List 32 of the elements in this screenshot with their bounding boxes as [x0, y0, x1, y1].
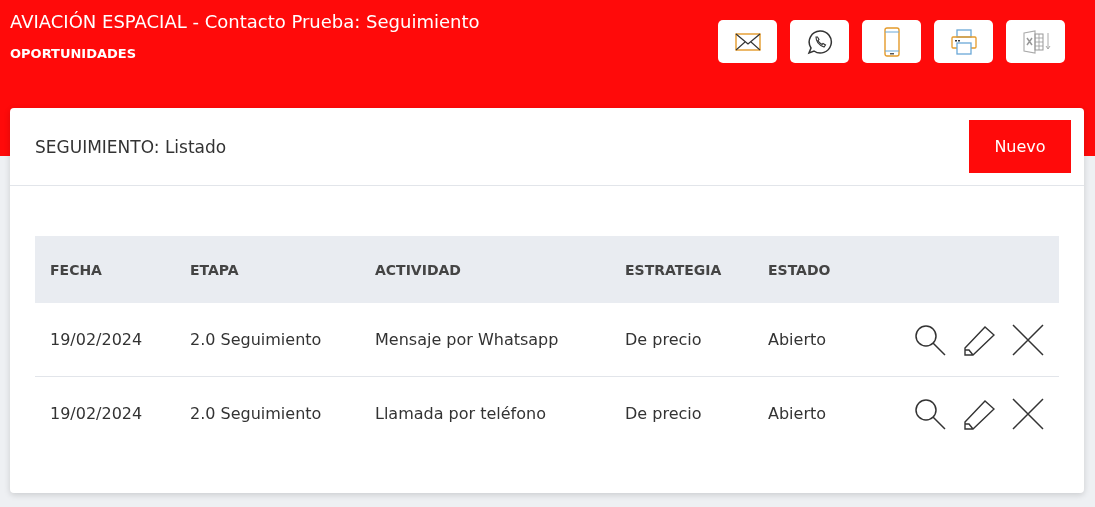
- column-header: ETAPA: [189, 261, 240, 278]
- chat-button[interactable]: [790, 20, 849, 63]
- printer-icon: [949, 27, 978, 56]
- new-button[interactable]: Nuevo: [969, 120, 1071, 173]
- column-header: FECHA: [49, 261, 103, 278]
- table-cell-text: De precio: [624, 330, 703, 349]
- table-cell-text: Mensaje por Whatsapp: [374, 330, 560, 349]
- table-cell-text: 2.0 Seguimiento: [189, 404, 323, 423]
- close-icon[interactable]: [1012, 397, 1044, 430]
- page-title: AVIACIÓN ESPACIAL - Contacto Prueba: Seguimiento: [10, 11, 480, 32]
- search-icon[interactable]: [914, 397, 946, 430]
- pencil-icon[interactable]: [963, 323, 995, 356]
- column-header: ACTIVIDAD: [374, 261, 462, 278]
- table-cell-text: Abierto: [767, 404, 828, 423]
- table-cell-text: 19/02/2024: [49, 404, 144, 423]
- table-cell-text: Llamada por teléfono: [374, 404, 547, 423]
- spreadsheet-icon: [1020, 28, 1051, 55]
- envelope-icon: [734, 32, 761, 51]
- column-header: ESTRATEGIA: [624, 261, 723, 278]
- phone-icon: [883, 26, 900, 57]
- column-header: ESTADO: [767, 261, 832, 278]
- card-title: SEGUIMIENTO: Listado: [35, 136, 227, 157]
- close-icon[interactable]: [1012, 323, 1044, 356]
- chat-bubble-icon: [806, 28, 833, 55]
- email-button[interactable]: [718, 20, 777, 63]
- table-cell-text: De precio: [624, 404, 703, 423]
- section-label: OPORTUNIDADES: [10, 46, 138, 61]
- table-cell-text: Abierto: [767, 330, 828, 349]
- table-cell-text: 19/02/2024: [49, 330, 144, 349]
- pencil-icon[interactable]: [963, 397, 995, 430]
- search-icon[interactable]: [914, 323, 946, 356]
- table-cell-text: 2.0 Seguimiento: [189, 330, 323, 349]
